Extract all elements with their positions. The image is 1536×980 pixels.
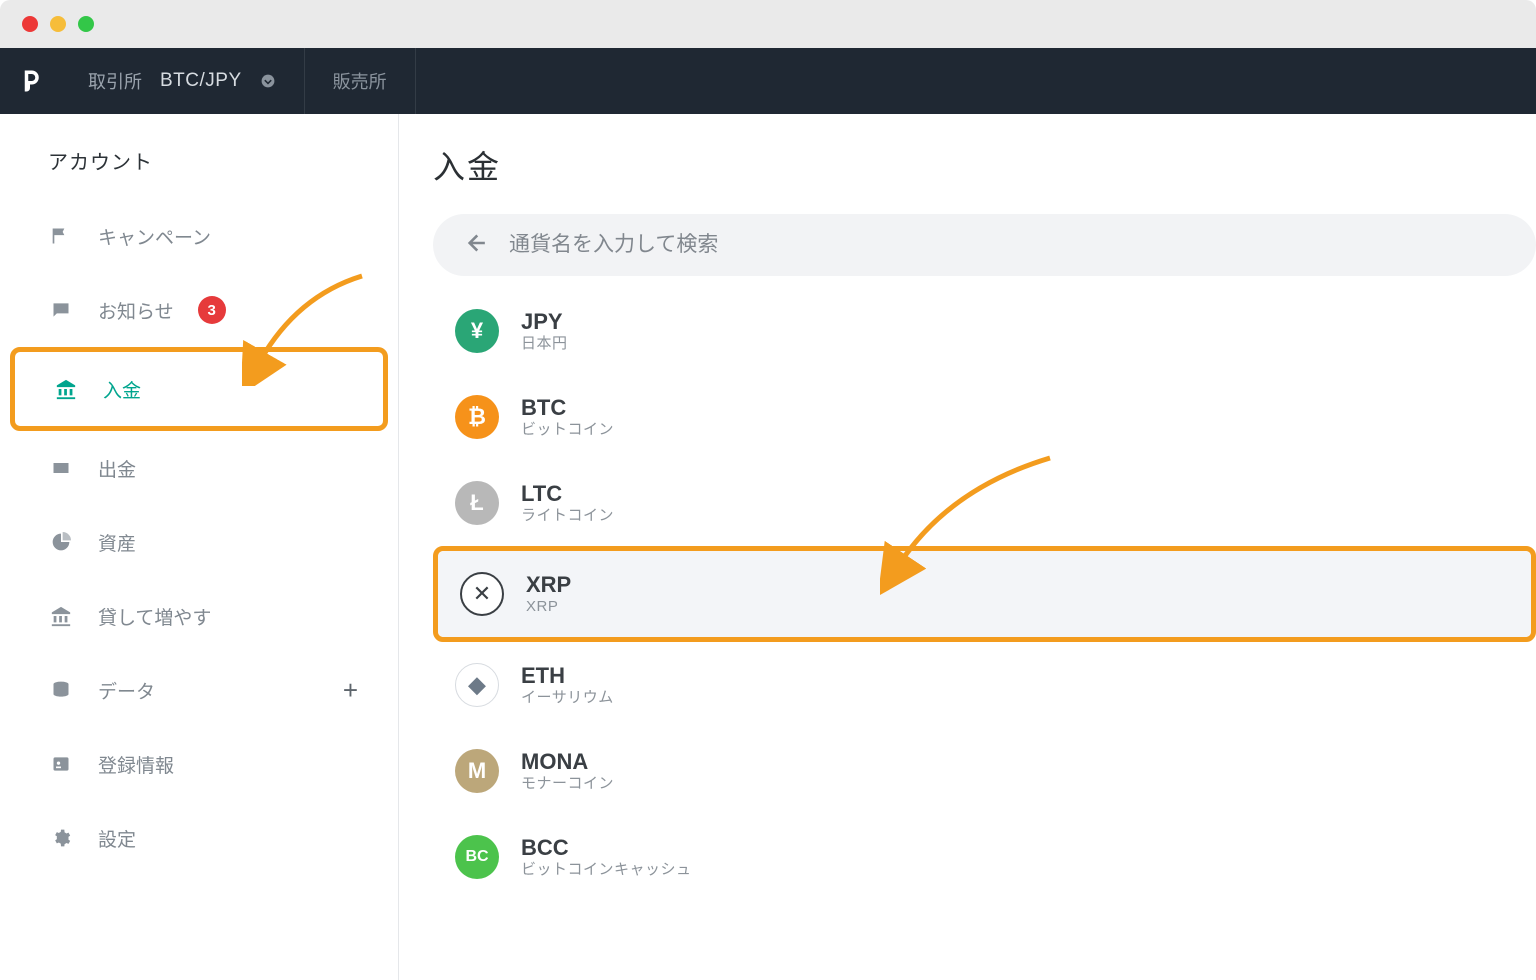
annotation-highlight-deposit: 入金 xyxy=(10,347,388,431)
ethereum-icon: ◆ xyxy=(455,663,499,707)
sidebar-item-label: データ xyxy=(98,677,155,704)
currency-row-ltc[interactable]: Ł LTC ライトコイン xyxy=(433,460,1536,546)
sales-label: 販売所 xyxy=(333,68,387,94)
sidebar-item-label: 入金 xyxy=(103,376,141,403)
main-panel: 入金 ¥ JPY 日本円 ₿ BTC ビットコイン xyxy=(399,114,1536,980)
page-title: 入金 xyxy=(433,142,1536,188)
currency-list: ¥ JPY 日本円 ₿ BTC ビットコイン Ł LTC ライトコイン xyxy=(433,288,1536,900)
sidebar-item-label: キャンペーン xyxy=(98,223,211,250)
sidebar-title: アカウント xyxy=(0,146,398,199)
app-logo[interactable] xyxy=(0,48,60,114)
currency-row-mona[interactable]: M MONA モナーコイン xyxy=(433,728,1536,814)
currency-search[interactable] xyxy=(433,214,1536,276)
sidebar-item-label: 登録情報 xyxy=(98,751,174,778)
currency-name: イーサリウム xyxy=(521,689,614,707)
gear-icon xyxy=(48,828,74,848)
sidebar-item-deposit[interactable]: 入金 xyxy=(15,352,383,426)
currency-row-jpy[interactable]: ¥ JPY 日本円 xyxy=(433,288,1536,374)
sidebar-item-label: お知らせ xyxy=(98,297,174,324)
currency-code: BTC xyxy=(521,395,614,421)
plus-icon[interactable]: + xyxy=(343,675,358,706)
currency-name: モナーコイン xyxy=(521,775,614,793)
notice-badge: 3 xyxy=(198,296,226,324)
currency-name: ビットコイン xyxy=(521,421,614,439)
currency-code: MONA xyxy=(521,749,614,775)
currency-row-bcc[interactable]: BC BCC ビットコインキャッシュ xyxy=(433,814,1536,900)
bitcoin-icon: ₿ xyxy=(455,395,499,439)
pie-icon xyxy=(48,532,74,552)
database-icon xyxy=(48,680,74,700)
sidebar-item-settings[interactable]: 設定 xyxy=(0,801,398,875)
wallet-icon xyxy=(48,458,74,478)
sidebar-item-label: 貸して増やす xyxy=(98,603,211,630)
mona-icon: M xyxy=(455,749,499,793)
bank-icon xyxy=(48,605,74,627)
window-titlebar xyxy=(0,0,1536,48)
currency-row-btc[interactable]: ₿ BTC ビットコイン xyxy=(433,374,1536,460)
currency-row-eth[interactable]: ◆ ETH イーサリウム xyxy=(433,642,1536,728)
currency-code: ETH xyxy=(521,663,614,689)
arrow-left-icon[interactable] xyxy=(461,230,487,261)
sidebar-item-withdraw[interactable]: 出金 xyxy=(0,431,398,505)
currency-code: XRP xyxy=(526,572,571,598)
currency-code: JPY xyxy=(521,309,568,335)
currency-name: ライトコイン xyxy=(521,507,614,525)
header-exchange-selector[interactable]: 取引所 BTC/JPY xyxy=(60,48,305,114)
annotation-highlight-xrp: ✕ XRP XRP xyxy=(433,546,1536,642)
sidebar-item-campaign[interactable]: キャンペーン xyxy=(0,199,398,273)
currency-name: 日本円 xyxy=(521,335,568,353)
app-header: 取引所 BTC/JPY 販売所 xyxy=(0,48,1536,114)
search-input[interactable] xyxy=(509,233,1508,257)
xrp-icon: ✕ xyxy=(460,572,504,616)
bcc-icon: BC xyxy=(455,835,499,879)
id-card-icon xyxy=(48,754,74,774)
sidebar-item-registration[interactable]: 登録情報 xyxy=(0,727,398,801)
sidebar: アカウント キャンペーン お知らせ 3 入金 出金 資産 貸して増やす xyxy=(0,114,399,980)
pair-label: BTC/JPY xyxy=(160,70,242,92)
sidebar-item-lend[interactable]: 貸して増やす xyxy=(0,579,398,653)
currency-code: LTC xyxy=(521,481,614,507)
yen-icon: ¥ xyxy=(455,309,499,353)
chevron-down-icon xyxy=(260,73,276,89)
currency-code: BCC xyxy=(521,835,692,861)
chat-icon xyxy=(48,300,74,320)
window-zoom-button[interactable] xyxy=(78,16,94,32)
sidebar-item-label: 出金 xyxy=(98,455,136,482)
flag-icon xyxy=(48,226,74,246)
sidebar-item-assets[interactable]: 資産 xyxy=(0,505,398,579)
sidebar-item-label: 資産 xyxy=(98,529,136,556)
currency-name: XRP xyxy=(526,598,571,616)
exchange-label: 取引所 xyxy=(88,68,142,94)
window-close-button[interactable] xyxy=(22,16,38,32)
currency-row-xrp[interactable]: ✕ XRP XRP xyxy=(438,551,1531,637)
sidebar-item-notice[interactable]: お知らせ 3 xyxy=(0,273,398,347)
window-minimize-button[interactable] xyxy=(50,16,66,32)
currency-name: ビットコインキャッシュ xyxy=(521,861,692,879)
header-sales-link[interactable]: 販売所 xyxy=(305,48,416,114)
bank-icon xyxy=(53,378,79,400)
sidebar-item-data[interactable]: データ + xyxy=(0,653,398,727)
litecoin-icon: Ł xyxy=(455,481,499,525)
sidebar-item-label: 設定 xyxy=(98,825,136,852)
